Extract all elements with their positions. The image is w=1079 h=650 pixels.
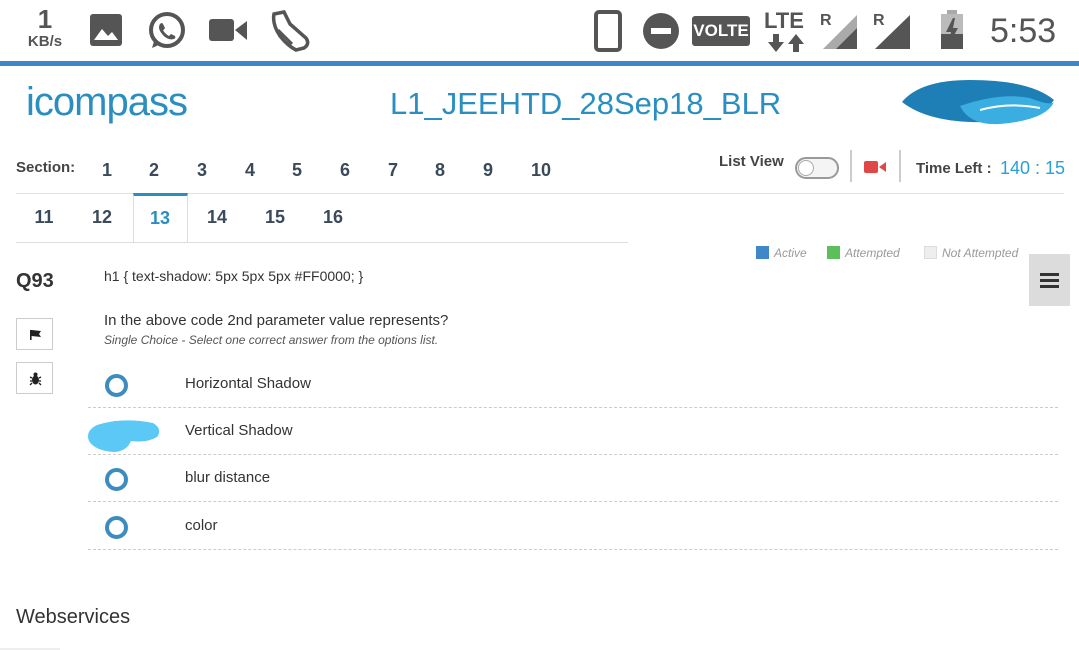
menu-button[interactable]	[1029, 254, 1070, 306]
legend-not-attempted-swatch	[924, 246, 937, 259]
legend-attempted-label: Attempted	[845, 246, 900, 260]
whatsapp-icon	[149, 12, 185, 48]
toolbar-separator	[850, 150, 852, 182]
flag-button[interactable]	[16, 318, 53, 350]
lte-arrows-icon	[768, 34, 804, 52]
legend-attempted-swatch	[827, 246, 840, 259]
shoe-icon	[271, 10, 310, 52]
redaction-scribble	[88, 420, 160, 452]
option-2[interactable]: Vertical Shadow	[88, 408, 1058, 455]
section-tab-3[interactable]: 3	[182, 160, 222, 181]
bug-icon	[29, 372, 42, 386]
option-label: color	[185, 517, 218, 534]
section-tab-8[interactable]: 8	[420, 160, 460, 181]
option-label: Horizontal Shadow	[185, 375, 311, 392]
gallery-icon	[90, 14, 122, 46]
question-code: h1 { text-shadow: 5px 5px 5px #FF0000; }	[104, 268, 364, 284]
legend-active-label: Active	[774, 246, 807, 260]
do-not-disturb-icon	[643, 13, 679, 49]
lte-indicator: LTE	[764, 8, 810, 52]
section-divider	[16, 193, 628, 194]
section-tab-10[interactable]: 10	[521, 160, 561, 181]
legend-attempted: Attempted	[827, 246, 900, 260]
question-number: Q93	[16, 270, 54, 292]
lte-label: LTE	[764, 8, 804, 33]
option-label: Vertical Shadow	[185, 422, 293, 439]
section-tab-2[interactable]: 2	[134, 160, 174, 181]
question-text: In the above code 2nd parameter value re…	[104, 312, 449, 329]
option-radio[interactable]	[105, 468, 128, 491]
toggle-knob	[798, 160, 814, 176]
flag-icon	[30, 330, 41, 340]
section-tab-15[interactable]: 15	[255, 207, 295, 228]
section-tab-13[interactable]: 13	[140, 208, 180, 229]
signal-icon	[875, 15, 910, 49]
section-tab-6[interactable]: 6	[325, 160, 365, 181]
brand-logo	[902, 80, 1054, 125]
phone-icon	[594, 10, 622, 52]
legend-active: Active	[756, 246, 807, 260]
section-tab-4[interactable]: 4	[230, 160, 270, 181]
option-label: blur distance	[185, 469, 271, 486]
report-bug-button[interactable]	[16, 362, 53, 394]
option-3[interactable]: blur distance	[88, 455, 1058, 502]
network-speed-unit: KB/s	[27, 33, 63, 50]
page-title: L1_JEEHTD_28Sep18_BLR	[390, 86, 782, 121]
network-speed: 1 KB/s	[22, 6, 68, 49]
section-tab-11[interactable]: 11	[24, 207, 64, 228]
video-record-icon[interactable]	[864, 160, 886, 174]
question-hint: Single Choice - Select one correct answe…	[104, 333, 439, 347]
legend-not-attempted: Not Attempted	[924, 246, 1018, 260]
section-tab-12[interactable]: 12	[82, 207, 122, 228]
option-radio[interactable]	[105, 516, 128, 539]
section-tab-1[interactable]: 1	[87, 160, 127, 181]
section-tab-7[interactable]: 7	[373, 160, 413, 181]
clock: 5:53	[990, 12, 1057, 50]
video-camera-icon	[209, 19, 247, 41]
time-left-value: 140 : 15	[1000, 158, 1066, 178]
section-tab-14[interactable]: 14	[197, 207, 237, 228]
time-left-label: Time Left :	[916, 160, 992, 177]
header-divider	[0, 61, 1079, 66]
signal-icon	[823, 15, 857, 49]
toolbar-divider	[628, 193, 1064, 194]
legend-active-swatch	[756, 246, 769, 259]
section-tab-9[interactable]: 9	[468, 160, 508, 181]
option-4[interactable]: color	[88, 503, 1058, 550]
option-1[interactable]: Horizontal Shadow	[88, 361, 1058, 408]
section-tab-5[interactable]: 5	[277, 160, 317, 181]
battery-charging-icon	[941, 10, 963, 49]
network-speed-value: 1	[37, 4, 53, 34]
status-bar: 1 KB/s VOLTE LTE R R 5:53	[0, 0, 1079, 62]
volte-badge: VOLTE	[692, 16, 750, 46]
section-divider	[16, 242, 628, 243]
option-radio[interactable]	[105, 374, 128, 397]
legend-not-attempted-label: Not Attempted	[942, 246, 1019, 260]
icompass-logo: icompass	[26, 80, 188, 124]
toolbar-separator	[899, 150, 901, 182]
menu-icon	[1040, 273, 1059, 276]
list-view-label: List View	[719, 153, 784, 170]
list-view-toggle[interactable]	[795, 157, 839, 179]
footer-text: Webservices	[16, 606, 131, 628]
section-tab-16[interactable]: 16	[313, 207, 353, 228]
section-label: Section:	[16, 159, 76, 176]
